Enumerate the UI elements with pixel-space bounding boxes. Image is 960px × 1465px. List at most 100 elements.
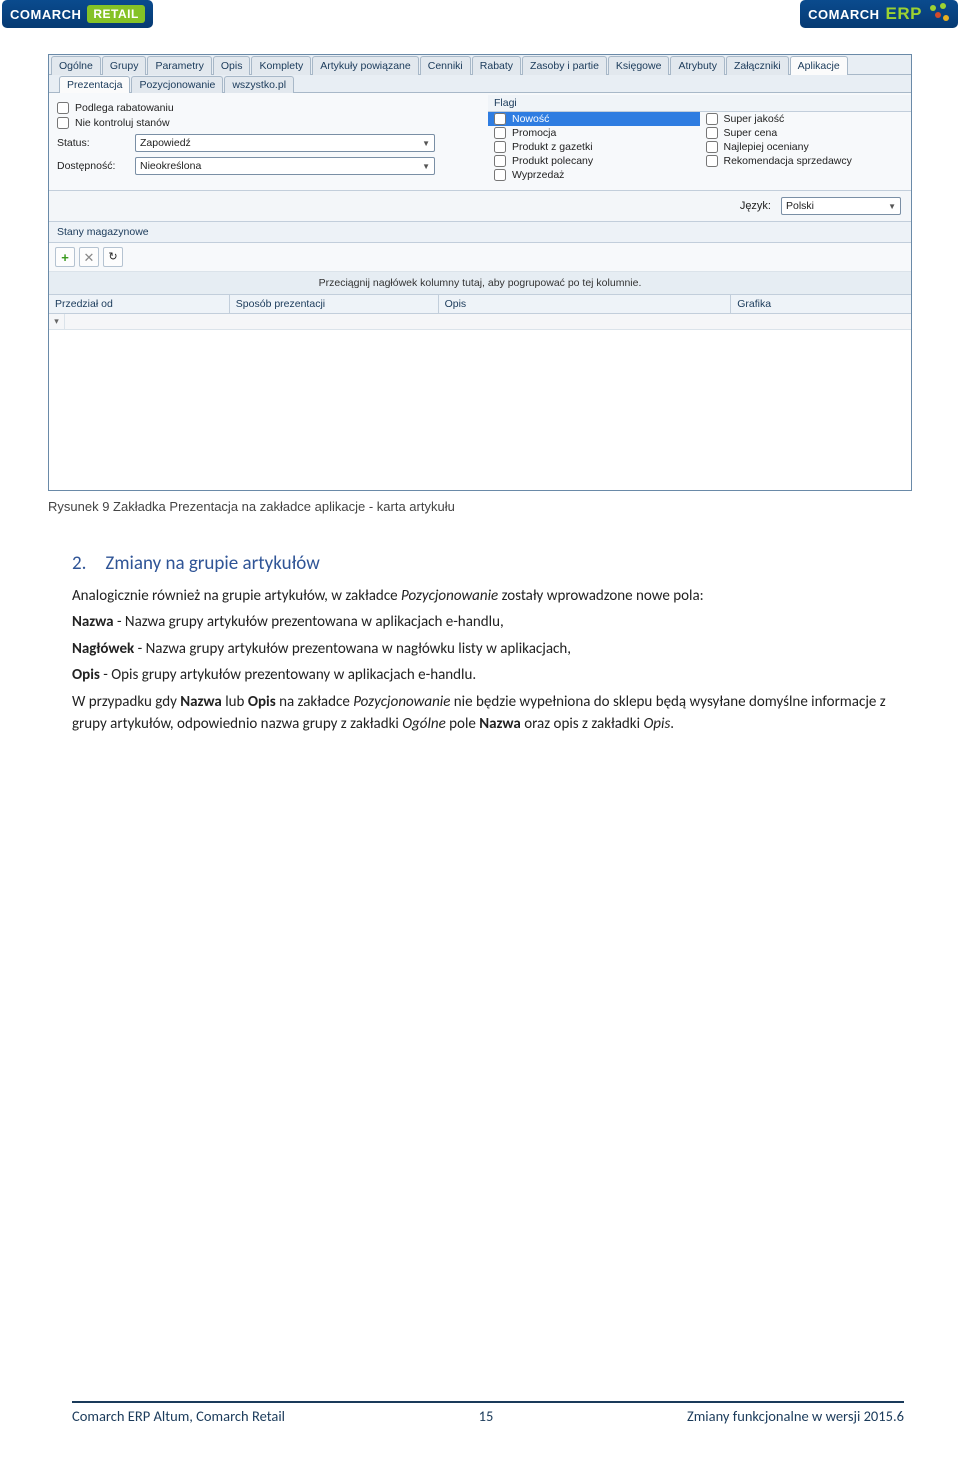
brand-left-main: COMARCH [10, 7, 81, 22]
checkbox-rabatowanie[interactable]: Podlega rabatowaniu [57, 102, 480, 114]
filter-icon[interactable]: ▾ [49, 314, 65, 329]
figure-caption: Rysunek 9 Zakładka Prezentacja na zakład… [48, 499, 960, 514]
status-row: Status: Zapowiedź ▼ [57, 134, 480, 152]
brand-left-logo: COMARCH RETAIL [2, 0, 153, 28]
tab-artykuly-powiazane[interactable]: Artykuły powiązane [312, 56, 418, 75]
flag-super-cena[interactable]: Super cena [700, 126, 912, 140]
status-label: Status: [57, 137, 135, 149]
col-grafika[interactable]: Grafika [731, 295, 911, 313]
paragraph-note: W przypadku gdy Nazwa lub Opis na zakład… [72, 691, 888, 736]
erp-dots-icon [928, 3, 950, 25]
app-window: Ogólne Grupy Parametry Opis Komplety Art… [48, 54, 912, 491]
tab-grupy[interactable]: Grupy [102, 56, 147, 75]
flag-gazetka-label: Produkt z gazetki [512, 141, 593, 153]
language-row: Język: Polski ▼ [49, 190, 911, 222]
footer-right: Zmiany funkcjonalne w wersji 2015.6 [687, 1407, 904, 1425]
subtab-wszystko[interactable]: wszystko.pl [224, 76, 294, 93]
flag-super-jakosc-label: Super jakość [724, 113, 785, 125]
flag-polecany-box[interactable] [494, 155, 506, 167]
flag-najlepiej[interactable]: Najlepiej oceniany [700, 140, 912, 154]
subtab-pozycjonowanie[interactable]: Pozycjonowanie [131, 76, 223, 93]
flag-wyprzedaz-label: Wyprzedaż [512, 169, 564, 181]
grid-body[interactable] [49, 330, 911, 490]
flag-rekomendacja-box[interactable] [706, 155, 718, 167]
flags-col-1: Nowość Promocja Produkt z gazetki Produk… [488, 112, 700, 182]
tab-ogolne[interactable]: Ogólne [51, 56, 101, 75]
flags-grid: Nowość Promocja Produkt z gazetki Produk… [488, 112, 911, 186]
refresh-button[interactable]: ↻ [103, 247, 123, 267]
checkbox-rabatowanie-box[interactable] [57, 102, 69, 114]
chevron-down-icon: ▼ [422, 139, 430, 148]
status-value: Zapowiedź [140, 137, 191, 149]
sub-tabs: Prezentacja Pozycjonowanie wszystko.pl [49, 75, 911, 93]
flag-super-jakosc-box[interactable] [706, 113, 718, 125]
grid-header: Przedział od Sposób prezentacji Opis Gra… [49, 295, 911, 314]
flag-nowosc-box[interactable] [494, 113, 506, 125]
stock-section-title: Stany magazynowe [49, 222, 911, 243]
flags-title: Flagi [488, 95, 911, 112]
checkbox-stany-label: Nie kontroluj stanów [75, 117, 170, 129]
flag-polecany-label: Produkt polecany [512, 155, 593, 167]
document-body: 2. Zmiany na grupie artykułów Analogiczn… [72, 550, 888, 736]
brand-bar: COMARCH RETAIL COMARCH ERP [0, 0, 960, 34]
flag-super-cena-label: Super cena [724, 127, 778, 139]
tab-cenniki[interactable]: Cenniki [420, 56, 471, 75]
tab-atrybuty[interactable]: Atrybuty [670, 56, 725, 75]
tab-aplikacje[interactable]: Aplikacje [790, 56, 848, 75]
flag-promocja[interactable]: Promocja [488, 126, 700, 140]
col-opis[interactable]: Opis [439, 295, 732, 313]
chevron-down-icon: ▼ [888, 202, 896, 211]
chevron-down-icon: ▼ [422, 162, 430, 171]
status-combo[interactable]: Zapowiedź ▼ [135, 134, 435, 152]
grid-filter-row: ▾ [49, 314, 911, 330]
add-button[interactable]: + [55, 247, 75, 267]
flag-najlepiej-label: Najlepiej oceniany [724, 141, 809, 153]
language-label: Język: [740, 200, 771, 212]
col-przedzial[interactable]: Przedział od [49, 295, 230, 313]
flag-promocja-label: Promocja [512, 127, 556, 139]
availability-row: Dostępność: Nieokreślona ▼ [57, 157, 480, 175]
brand-right-logo: COMARCH ERP [800, 0, 958, 28]
subtab-prezentacja[interactable]: Prezentacja [59, 76, 130, 93]
flag-wyprzedaz[interactable]: Wyprzedaż [488, 168, 700, 182]
section-heading: 2. Zmiany na grupie artykułów [72, 550, 888, 579]
list-item-nazwa: Nazwa - Nazwa grupy artykułów prezentowa… [72, 611, 888, 634]
flag-najlepiej-box[interactable] [706, 141, 718, 153]
panel-body: Podlega rabatowaniu Nie kontroluj stanów… [49, 93, 911, 190]
tab-opis[interactable]: Opis [213, 56, 251, 75]
flag-polecany[interactable]: Produkt polecany [488, 154, 700, 168]
availability-value: Nieokreślona [140, 160, 201, 172]
footer-left: Comarch ERP Altum, Comarch Retail [72, 1407, 285, 1425]
left-column: Podlega rabatowaniu Nie kontroluj stanów… [49, 93, 488, 190]
tab-parametry[interactable]: Parametry [147, 56, 211, 75]
flag-gazetka[interactable]: Produkt z gazetki [488, 140, 700, 154]
language-combo[interactable]: Polski ▼ [781, 197, 901, 215]
availability-combo[interactable]: Nieokreślona ▼ [135, 157, 435, 175]
language-value: Polski [786, 200, 814, 212]
tab-komplety[interactable]: Komplety [251, 56, 311, 75]
flags-col-2: Super jakość Super cena Najlepiej ocenia… [700, 112, 912, 182]
page-footer: Comarch ERP Altum, Comarch Retail 15 Zmi… [72, 1401, 904, 1425]
tab-rabaty[interactable]: Rabaty [472, 56, 521, 75]
list-item-naglowek: Nagłówek - Nazwa grupy artykułów prezent… [72, 638, 888, 661]
list-item-opis: Opis - Opis grupy artykułów prezentowany… [72, 664, 888, 687]
tab-zalaczniki[interactable]: Załączniki [726, 56, 789, 75]
flag-promocja-box[interactable] [494, 127, 506, 139]
delete-button[interactable]: ✕ [79, 247, 99, 267]
tab-zasoby[interactable]: Zasoby i partie [522, 56, 607, 75]
flag-super-cena-box[interactable] [706, 127, 718, 139]
flag-rekomendacja-label: Rekomendacja sprzedawcy [724, 155, 852, 167]
checkbox-rabatowanie-label: Podlega rabatowaniu [75, 102, 174, 114]
col-sposob[interactable]: Sposób prezentacji [230, 295, 439, 313]
flag-rekomendacja[interactable]: Rekomendacja sprzedawcy [700, 154, 912, 168]
checkbox-stany-box[interactable] [57, 117, 69, 129]
flag-wyprzedaz-box[interactable] [494, 169, 506, 181]
flag-gazetka-box[interactable] [494, 141, 506, 153]
flag-super-jakosc[interactable]: Super jakość [700, 112, 912, 126]
flag-nowosc[interactable]: Nowość [488, 112, 700, 126]
availability-label: Dostępność: [57, 160, 135, 172]
tab-ksiegowe[interactable]: Księgowe [608, 56, 670, 75]
checkbox-stany[interactable]: Nie kontroluj stanów [57, 117, 480, 129]
stock-toolbar: + ✕ ↻ [49, 243, 911, 272]
brand-right-accent: ERP [886, 4, 922, 24]
